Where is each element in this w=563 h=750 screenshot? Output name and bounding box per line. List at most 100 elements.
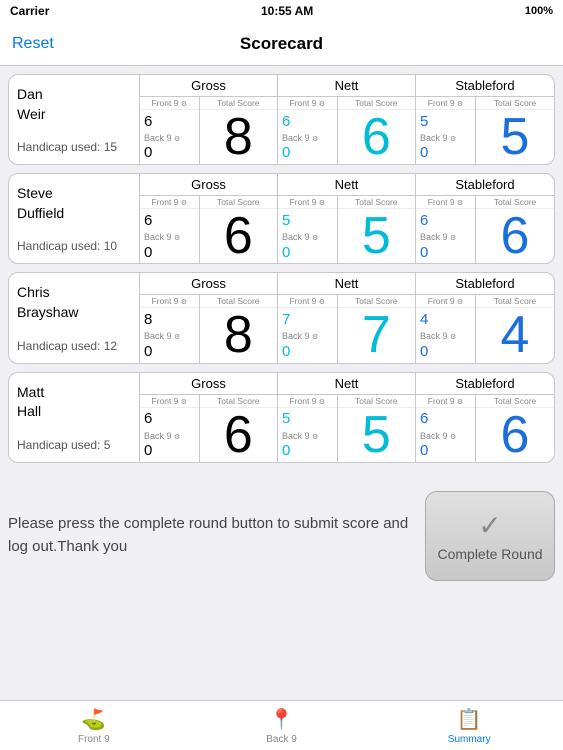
score-grid: Gross Front 9 ⚙ 8 Back 9 ⚙ 0 — [139, 273, 554, 362]
player-card: DanWeir Handicap used: 15 Gross Front 9 … — [8, 74, 555, 165]
stableford-back-val: 0 — [420, 144, 428, 161]
score-grid: Gross Front 9 ⚙ 6 Back 9 ⚙ 0 — [139, 373, 554, 462]
nett-back-val: 0 — [282, 144, 290, 161]
stableford-total-val: 5 — [501, 111, 530, 163]
tab-icon-1: 📍 — [269, 707, 294, 732]
stableford-front-header: Front 9 ⚙ — [416, 196, 475, 209]
player-card: MattHall Handicap used: 5 Gross Front 9 … — [8, 372, 555, 463]
gross-front-header: Front 9 ⚙ — [140, 97, 199, 110]
stableford-header: Stableford — [416, 174, 554, 196]
carrier-text: Carrier — [10, 4, 49, 18]
player-name: SteveDuffield — [17, 184, 131, 223]
reset-button[interactable]: Reset — [12, 35, 54, 53]
nett-total-val: 5 — [362, 210, 391, 262]
nett-section: Nett Front 9 ⚙ 7 Back 9 ⚙ 0 — [278, 273, 416, 362]
info-text: Please press the complete round button t… — [8, 513, 413, 558]
tab-summary[interactable]: 📋 Summary — [375, 701, 563, 750]
player-info: ChrisBrayshaw Handicap used: 12 — [9, 273, 139, 362]
player-card: SteveDuffield Handicap used: 10 Gross Fr… — [8, 173, 555, 264]
stableford-section: Stableford Front 9 ⚙ 4 Back 9 ⚙ 0 — [416, 273, 554, 362]
stableford-section: Stableford Front 9 ⚙ 6 Back 9 ⚙ 0 — [416, 174, 554, 263]
stableford-front-val: 6 — [420, 410, 428, 427]
time-text: 10:55 AM — [261, 4, 313, 18]
gross-right: Total Score 8 — [200, 97, 277, 164]
nett-header: Nett — [278, 373, 415, 395]
handicap-label: Handicap used: 15 — [17, 140, 131, 154]
stableford-section: Stableford Front 9 ⚙ 6 Back 9 ⚙ 0 — [416, 373, 554, 462]
gross-left: Front 9 ⚙ 8 Back 9 ⚙ 0 — [140, 295, 200, 362]
gross-right: Total Score 8 — [200, 295, 277, 362]
stableford-back-val: 0 — [420, 442, 428, 459]
gross-section: Gross Front 9 ⚙ 6 Back 9 ⚙ 0 — [140, 75, 278, 164]
stableford-left: Front 9 ⚙ 4 Back 9 ⚙ 0 — [416, 295, 476, 362]
gross-right: Total Score 6 — [200, 395, 277, 462]
stableford-front-header: Front 9 ⚙ — [416, 97, 475, 110]
gross-right: Total Score 6 — [200, 196, 277, 263]
tab-front-9[interactable]: ⛳ Front 9 — [0, 701, 188, 750]
nett-header: Nett — [278, 273, 415, 295]
nett-total-val: 7 — [362, 309, 391, 361]
checkmark-icon: ✓ — [478, 509, 501, 542]
gross-left: Front 9 ⚙ 6 Back 9 ⚙ 0 — [140, 395, 200, 462]
stableford-front-val: 4 — [420, 311, 428, 328]
tab-label-1: Back 9 — [266, 734, 297, 745]
stableford-right: Total Score 4 — [476, 295, 554, 362]
nett-front-header: Front 9 ⚙ — [278, 395, 337, 408]
player-name: ChrisBrayshaw — [17, 283, 131, 322]
stableford-front-header: Front 9 ⚙ — [416, 395, 475, 408]
tab-back-9[interactable]: 📍 Back 9 — [188, 701, 376, 750]
stableford-total-val: 6 — [501, 409, 530, 461]
stableford-left: Front 9 ⚙ 5 Back 9 ⚙ 0 — [416, 97, 476, 164]
gross-back-val: 0 — [144, 144, 152, 161]
tab-bar: ⛳ Front 9 📍 Back 9 📋 Summary — [0, 700, 563, 750]
nett-header: Nett — [278, 75, 415, 97]
nett-front-val: 5 — [282, 410, 290, 427]
nett-total-val: 5 — [362, 409, 391, 461]
gross-front-val: 6 — [144, 212, 152, 229]
gross-section: Gross Front 9 ⚙ 6 Back 9 ⚙ 0 — [140, 174, 278, 263]
nett-front-header: Front 9 ⚙ — [278, 97, 337, 110]
stableford-front-val: 5 — [420, 113, 428, 130]
nett-back-val: 0 — [282, 343, 290, 360]
nett-right: Total Score 6 — [338, 97, 415, 164]
stableford-back-val: 0 — [420, 343, 428, 360]
stableford-left: Front 9 ⚙ 6 Back 9 ⚙ 0 — [416, 196, 476, 263]
stableford-front-header: Front 9 ⚙ — [416, 295, 475, 308]
tab-label-2: Summary — [448, 734, 491, 745]
stableford-front-val: 6 — [420, 212, 428, 229]
gross-header: Gross — [140, 75, 277, 97]
gross-header: Gross — [140, 373, 277, 395]
nett-section: Nett Front 9 ⚙ 5 Back 9 ⚙ 0 — [278, 174, 416, 263]
complete-round-button[interactable]: ✓ Complete Round — [425, 491, 555, 581]
battery-text: 100% — [525, 5, 553, 17]
gross-front-val: 6 — [144, 113, 152, 130]
nett-left: Front 9 ⚙ 5 Back 9 ⚙ 0 — [278, 395, 338, 462]
gross-total-val: 6 — [224, 210, 253, 262]
nett-front-val: 7 — [282, 311, 290, 328]
handicap-label: Handicap used: 10 — [17, 239, 131, 253]
player-info: SteveDuffield Handicap used: 10 — [9, 174, 139, 263]
player-name: DanWeir — [17, 85, 131, 124]
nett-front-header: Front 9 ⚙ — [278, 196, 337, 209]
nett-left: Front 9 ⚙ 7 Back 9 ⚙ 0 — [278, 295, 338, 362]
gross-header: Gross — [140, 174, 277, 196]
gross-front-header: Front 9 ⚙ — [140, 196, 199, 209]
nett-back-val: 0 — [282, 244, 290, 261]
stableford-right: Total Score 6 — [476, 196, 554, 263]
gross-back-val: 0 — [144, 442, 152, 459]
stableford-header: Stableford — [416, 75, 554, 97]
handicap-label: Handicap used: 5 — [17, 438, 131, 452]
stableford-right: Total Score 6 — [476, 395, 554, 462]
complete-round-label: Complete Round — [437, 546, 542, 562]
gross-section: Gross Front 9 ⚙ 8 Back 9 ⚙ 0 — [140, 273, 278, 362]
player-name: MattHall — [17, 383, 131, 422]
nett-section: Nett Front 9 ⚙ 5 Back 9 ⚙ 0 — [278, 373, 416, 462]
gross-front-val: 6 — [144, 410, 152, 427]
gross-back-val: 0 — [144, 343, 152, 360]
stableford-total-val: 4 — [501, 309, 530, 361]
gross-total-val: 6 — [224, 409, 253, 461]
tab-icon-2: 📋 — [457, 707, 482, 732]
handicap-label: Handicap used: 12 — [17, 339, 131, 353]
nett-left: Front 9 ⚙ 6 Back 9 ⚙ 0 — [278, 97, 338, 164]
nett-right: Total Score 5 — [338, 196, 415, 263]
